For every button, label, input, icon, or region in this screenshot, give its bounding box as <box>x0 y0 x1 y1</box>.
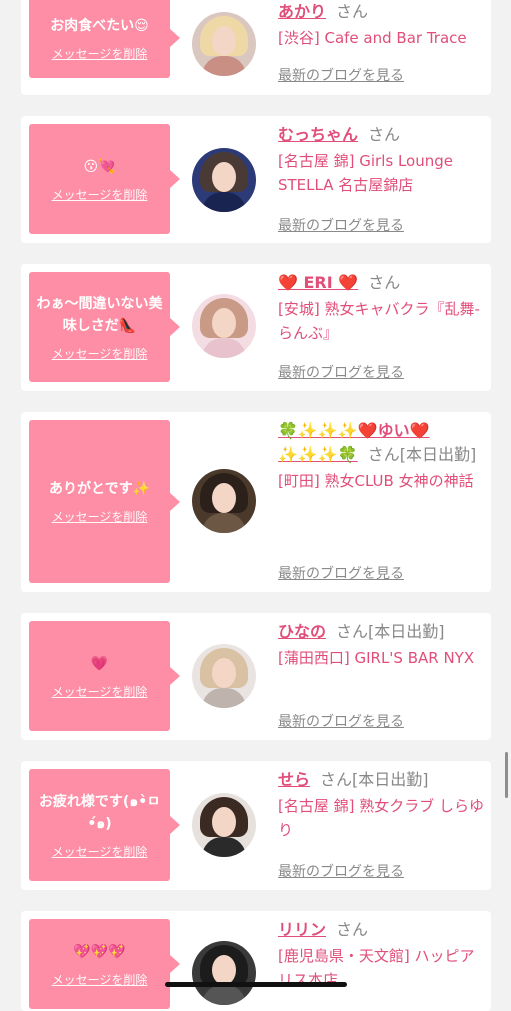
cast-name-link[interactable]: せら <box>278 770 310 789</box>
message-bubble: 💗 メッセージを削除 <box>29 621 180 731</box>
latest-blog-link[interactable]: 最新のブログを見る <box>278 563 404 583</box>
san-label: さん <box>368 273 401 292</box>
message-bubble: 😗💘 メッセージを削除 <box>29 124 180 234</box>
message-bubble: お疲れ様です(๑•̀ㅁ•́๑) メッセージを削除 <box>29 769 180 881</box>
message-bubble: 💖💖💖 メッセージを削除 <box>29 919 180 1009</box>
message-text: お疲れ様です(๑•̀ㅁ•́๑) <box>38 793 161 832</box>
cast-name-link[interactable]: ❤️ ERI ❤️ <box>278 273 358 292</box>
san-label: さん <box>368 125 401 144</box>
latest-blog-link[interactable]: 最新のブログを見る <box>278 711 404 731</box>
delete-message-link[interactable]: メッセージを削除 <box>52 508 148 525</box>
message-card: わぁ〜間違いない美味しさだ👠 メッセージを削除 ❤️ ERI ❤️ さん [安城]… <box>21 264 491 391</box>
avatar[interactable] <box>192 469 256 533</box>
avatar[interactable] <box>192 294 256 358</box>
message-bubble: ありがとです✨ メッセージを削除 <box>29 420 180 583</box>
san-label: さん <box>367 445 400 464</box>
avatar[interactable] <box>192 793 256 857</box>
latest-blog-link[interactable]: 最新のブログを見る <box>278 362 404 382</box>
cast-name-link[interactable]: ひなの <box>278 622 326 641</box>
message-bubble: お肉食べたい😌 メッセージを削除 <box>29 0 180 78</box>
latest-blog-link[interactable]: 最新のブログを見る <box>278 861 404 881</box>
message-card: お疲れ様です(๑•̀ㅁ•́๑) メッセージを削除 せら さん[本日出勤] [名古屋… <box>21 761 491 890</box>
message-text: 💗 <box>90 655 109 672</box>
avatar[interactable] <box>192 644 256 708</box>
avatar[interactable] <box>192 148 256 212</box>
message-card: 💗 メッセージを削除 ひなの さん[本日出勤] [蒲田西口] GIRL'S BAR… <box>21 613 491 740</box>
shop-info: [名古屋 錦] 熟女クラブ しらゆり <box>278 797 485 839</box>
message-text: ありがとです✨ <box>48 481 150 497</box>
shop-info: [安城] 熟女キャバクラ『乱舞-らんぶ』 <box>278 300 480 342</box>
san-label: さん <box>336 622 369 641</box>
cast-name-link[interactable]: あかり <box>278 2 326 21</box>
delete-message-link[interactable]: メッセージを削除 <box>52 843 148 860</box>
shop-info: [渋谷] Cafe and Bar Trace <box>278 29 467 47</box>
message-text: 😗💘 <box>83 158 116 175</box>
cast-name-link[interactable]: むっちゃん <box>278 125 358 144</box>
delete-message-link[interactable]: メッセージを削除 <box>52 971 148 988</box>
delete-message-link[interactable]: メッセージを削除 <box>52 345 148 362</box>
latest-blog-link[interactable]: 最新のブログを見る <box>278 215 404 235</box>
shop-info: [蒲田西口] GIRL'S BAR NYX <box>278 649 475 667</box>
message-card: 😗💘 メッセージを削除 むっちゃん さん [名古屋 錦] Girls Lounge… <box>21 116 491 243</box>
message-text: お肉食べたい😌 <box>50 17 149 34</box>
scrollbar[interactable] <box>505 752 508 798</box>
shop-info: [名古屋 錦] Girls Lounge STELLA 名古屋錦店 <box>278 152 453 194</box>
san-label: さん <box>336 2 369 21</box>
shop-info: [町田] 熟女CLUB 女神の神話 <box>278 472 474 490</box>
san-label: さん <box>336 920 369 939</box>
message-bubble: わぁ〜間違いない美味しさだ👠 メッセージを削除 <box>29 272 180 382</box>
today-status: [本日出勤] <box>352 770 429 789</box>
latest-blog-link[interactable]: 最新のブログを見る <box>278 65 404 85</box>
today-status: [本日出勤] <box>368 622 445 641</box>
cast-name-link[interactable]: リリン <box>278 920 326 939</box>
delete-message-link[interactable]: メッセージを削除 <box>52 186 148 203</box>
message-text: わぁ〜間違いない美味しさだ👠 <box>36 295 163 334</box>
home-indicator[interactable] <box>165 982 347 987</box>
message-card: ありがとです✨ メッセージを削除 🍀✨✨✨❤️ゆい❤️✨✨✨🍀 さん[本日出勤] … <box>21 412 491 592</box>
avatar[interactable] <box>192 12 256 76</box>
avatar[interactable] <box>192 941 256 1005</box>
message-card: お肉食べたい😌 メッセージを削除 あかり さん [渋谷] Cafe and Bar… <box>21 0 491 95</box>
san-label: さん <box>320 770 353 789</box>
message-card: 💖💖💖 メッセージを削除 リリン さん [鹿児島県・天文館] ハッピアリス本店 <box>21 911 491 1011</box>
message-text: 💖💖💖 <box>73 943 126 960</box>
delete-message-link[interactable]: メッセージを削除 <box>52 683 148 700</box>
today-status: [本日出勤] <box>399 445 477 464</box>
delete-message-link[interactable]: メッセージを削除 <box>52 45 148 62</box>
